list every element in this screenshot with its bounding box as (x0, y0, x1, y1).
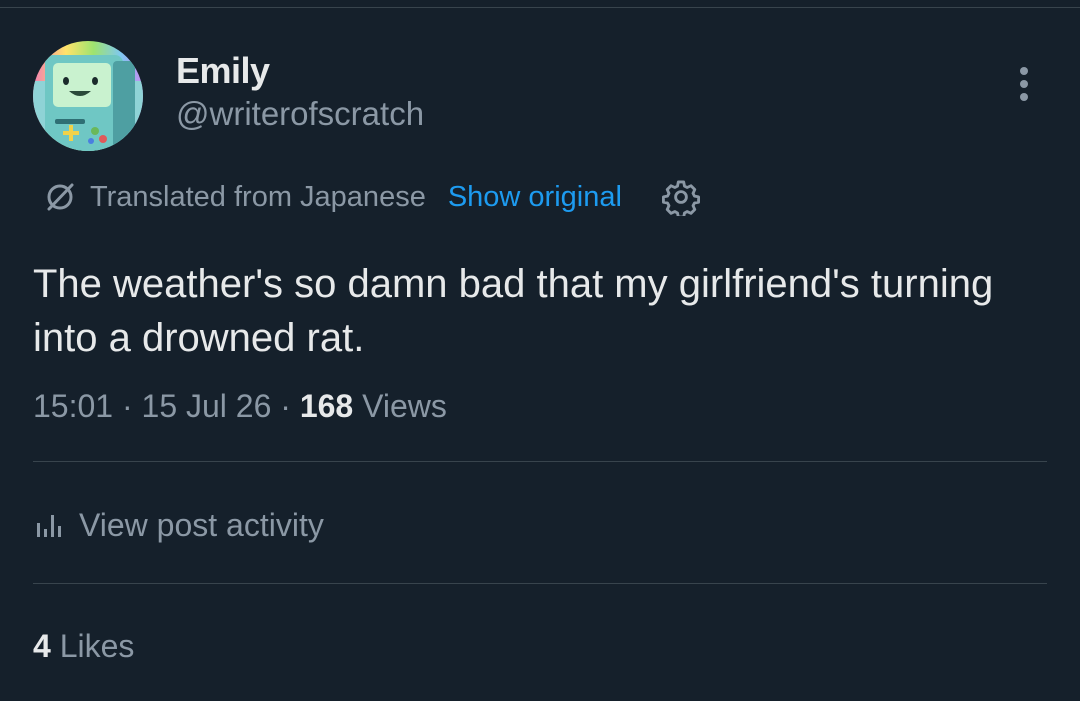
likes-count: 4 (33, 628, 51, 664)
more-options-button[interactable] (1012, 67, 1036, 105)
bar-chart-icon (37, 515, 61, 537)
show-original-link[interactable]: Show original (448, 181, 622, 214)
post-time[interactable]: 15:01 (33, 388, 113, 424)
meta-separator: · (121, 388, 133, 424)
author-block[interactable]: Emily @writerofscratch (176, 50, 424, 134)
user-handle[interactable]: @writerofscratch (176, 94, 424, 134)
translate-icon (47, 183, 74, 211)
bmo-avatar-icon (33, 41, 143, 151)
meta-separator: · (280, 388, 291, 424)
post-meta: 15:01 · 15 Jul 26 · 168 Views (33, 386, 447, 426)
post-text: The weather's so damn bad that my girlfr… (33, 262, 994, 360)
more-dot-icon (1020, 67, 1028, 75)
avatar[interactable] (33, 41, 143, 151)
display-name[interactable]: Emily (176, 50, 424, 92)
more-dot-icon (1020, 93, 1028, 101)
divider (33, 583, 1047, 584)
translated-label: Translated from Japanese (90, 180, 426, 213)
view-post-activity-button[interactable]: View post activity (33, 504, 324, 546)
likes-label: Likes (59, 628, 135, 664)
top-divider (0, 7, 1080, 8)
likes-link[interactable]: 4 Likes (33, 626, 134, 666)
post-date[interactable]: 15 Jul 26 (142, 388, 272, 424)
translation-bar: Translated from Japanese Show original (44, 176, 700, 218)
gear-icon[interactable] (661, 178, 700, 216)
more-dot-icon (1020, 80, 1028, 88)
views-label: Views (362, 388, 447, 424)
view-post-activity-label: View post activity (79, 506, 324, 543)
divider (33, 461, 1047, 462)
views-count: 168 (299, 388, 354, 424)
